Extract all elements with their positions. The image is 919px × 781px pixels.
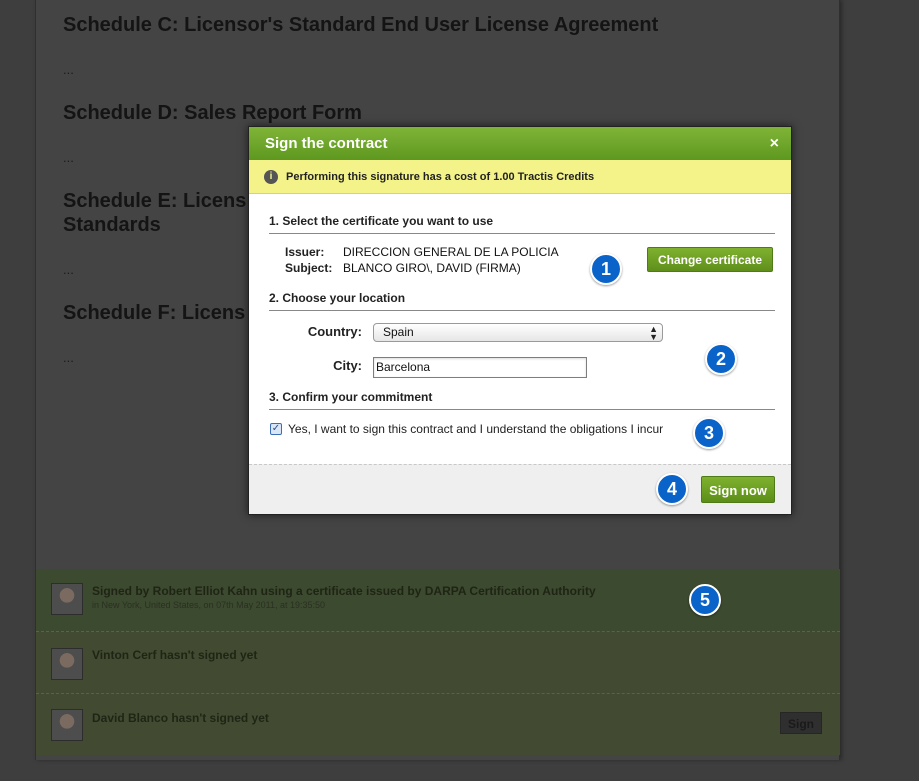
cost-notice: i Performing this signature has a cost o…: [249, 160, 791, 194]
country-select[interactable]: Spain ▲ ▼: [373, 323, 663, 342]
close-icon[interactable]: ×: [770, 127, 779, 160]
ellipsis-text: ...: [63, 350, 74, 365]
step-marker-1: 1: [590, 253, 622, 285]
step-marker-3: 3: [693, 417, 725, 449]
schedule-c-heading: Schedule C: Licensor's Standard End User…: [63, 14, 659, 36]
signer-name: David Blanco hasn't signed yet: [92, 711, 269, 725]
ellipsis-text: ...: [63, 262, 74, 277]
city-input[interactable]: Barcelona: [373, 357, 587, 378]
avatar: [51, 583, 83, 615]
select-arrows-icon: ▲ ▼: [649, 324, 658, 342]
signer-row: David Blanco hasn't signed yet: [36, 694, 840, 755]
ellipsis-text: ...: [63, 150, 74, 165]
step-marker-5: 5: [689, 584, 721, 616]
dialog-header: Sign the contract ×: [249, 127, 791, 160]
issuer-label: Issuer:: [285, 245, 325, 259]
change-certificate-button[interactable]: Change certificate: [647, 247, 773, 272]
commitment-label[interactable]: Yes, I want to sign this contract and I …: [288, 422, 663, 436]
info-icon: i: [264, 169, 278, 184]
sign-now-button[interactable]: Sign now: [701, 476, 775, 503]
step1-title: 1. Select the certificate you want to us…: [269, 214, 775, 234]
ellipsis-text: ...: [63, 62, 74, 77]
avatar: [51, 709, 83, 741]
cost-notice-text: Performing this signature has a cost of …: [286, 170, 595, 183]
step-marker-4: 4: [656, 473, 688, 505]
country-label: Country:: [307, 324, 362, 339]
country-value: Spain: [383, 325, 414, 339]
sign-contract-dialog: Sign the contract × i Performing this si…: [248, 126, 792, 515]
subject-label: Subject:: [285, 261, 333, 275]
city-label: City:: [333, 358, 362, 373]
schedule-d-heading: Schedule D: Sales Report Form: [63, 102, 362, 124]
sign-button[interactable]: Sign: [780, 712, 822, 734]
signer-detail: in New York, United States, on 07th May …: [92, 600, 325, 610]
dialog-footer: Sign now: [249, 464, 791, 514]
dialog-title: Sign the contract: [265, 135, 388, 152]
commitment-checkbox[interactable]: ✓: [270, 423, 282, 435]
signer-name: Signed by Robert Elliot Kahn using a cer…: [92, 584, 596, 598]
step2-title: 2. Choose your location: [269, 291, 775, 311]
signer-row: Vinton Cerf hasn't signed yet: [36, 632, 840, 694]
avatar: [51, 648, 83, 680]
signer-name: Vinton Cerf hasn't signed yet: [92, 648, 258, 662]
step3-title: 3. Confirm your commitment: [269, 390, 775, 410]
step-marker-2: 2: [705, 343, 737, 375]
issuer-value: DIRECCION GENERAL DE LA POLICIA: [343, 245, 559, 259]
subject-value: BLANCO GIRO\, DAVID (FIRMA): [343, 261, 521, 275]
